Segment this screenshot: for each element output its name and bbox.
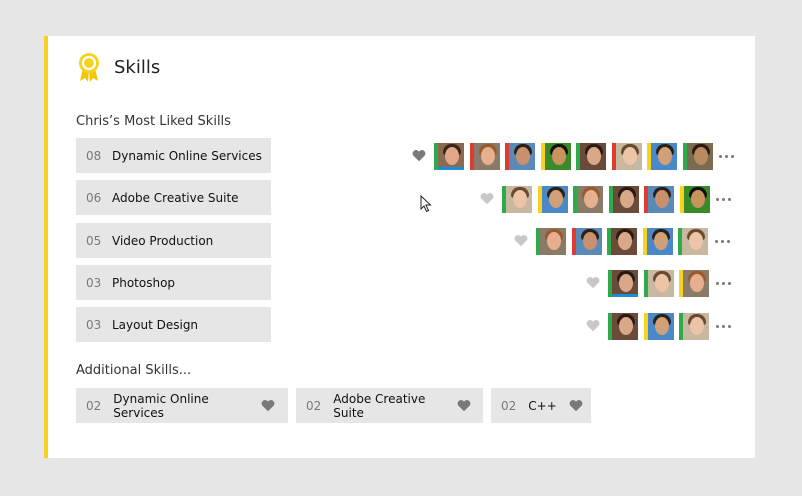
heart-icon[interactable] <box>586 276 602 290</box>
skill-name: Adobe Creative Suite <box>333 391 426 420</box>
skill-name: Dynamic Online Services <box>112 148 262 163</box>
skill-row-adobe-creative-suite[interactable]: 06 Adobe Creative Suite <box>76 180 271 215</box>
endorser-avatar[interactable] <box>608 185 639 213</box>
skill-name: Dynamic Online Services <box>113 391 209 420</box>
more-icon[interactable] <box>714 239 730 243</box>
endorser-avatar[interactable] <box>678 227 708 255</box>
heart-icon[interactable] <box>586 319 602 333</box>
heart-icon[interactable] <box>412 149 428 163</box>
award-ribbon-icon <box>79 53 99 82</box>
skill-row-dynamic-online-services[interactable]: 08 Dynamic Online Services <box>76 138 271 173</box>
endorser-avatar[interactable] <box>505 142 535 170</box>
endorser-avatar[interactable] <box>469 142 500 170</box>
endorser-avatar[interactable] <box>608 312 638 340</box>
endorser-avatar[interactable] <box>540 142 571 170</box>
endorser-avatar[interactable] <box>608 269 638 297</box>
endorser-avatar[interactable] <box>434 142 464 170</box>
endorser-avatar[interactable] <box>679 269 709 297</box>
skill-count: 06 <box>86 190 102 205</box>
skill-name: Adobe Creative Suite <box>112 190 239 205</box>
endorser-avatar[interactable] <box>611 142 642 170</box>
skill-name: C++ <box>528 398 557 413</box>
skill-count: 03 <box>86 317 102 332</box>
skills-card: Skills Chris’s Most Liked Skills 08 Dyna… <box>44 36 755 458</box>
endorser-avatar[interactable] <box>679 185 710 213</box>
endorsements-row-0 <box>412 141 734 171</box>
more-icon[interactable] <box>715 324 731 328</box>
endorser-avatar[interactable] <box>571 227 602 255</box>
endorser-avatar[interactable] <box>644 185 674 213</box>
endorser-avatar[interactable] <box>682 142 713 170</box>
skill-count: 08 <box>86 148 102 163</box>
additional-skill-cpp[interactable]: 02 C++ <box>491 388 591 423</box>
page-title: Skills <box>114 56 161 78</box>
endorsements-row-3 <box>586 268 731 298</box>
skill-name: Video Production <box>112 233 214 248</box>
heart-icon[interactable] <box>457 399 471 413</box>
skill-name: Photoshop <box>112 275 176 290</box>
skill-count: 02 <box>306 398 322 413</box>
endorser-avatar[interactable] <box>643 312 674 340</box>
heart-icon[interactable] <box>480 192 496 206</box>
endorser-avatar[interactable] <box>647 142 677 170</box>
endorsements-row-1 <box>480 184 731 214</box>
skill-count: 05 <box>86 233 102 248</box>
skill-name: Layout Design <box>112 317 199 332</box>
more-icon[interactable] <box>719 154 734 158</box>
endorsements-row-4 <box>586 311 731 341</box>
skill-count: 03 <box>86 275 102 290</box>
heart-icon[interactable] <box>261 399 276 413</box>
endorser-avatar[interactable] <box>502 185 532 213</box>
endorser-avatar[interactable] <box>642 227 673 255</box>
heart-icon[interactable] <box>569 399 583 413</box>
skill-row-video-production[interactable]: 05 Video Production <box>76 223 271 258</box>
additional-skill-adobe-creative-suite[interactable]: 02 Adobe Creative Suite <box>296 388 483 423</box>
skills-header: Skills <box>76 52 160 82</box>
mouse-cursor-icon <box>420 195 432 213</box>
endorsements-row-2 <box>514 226 730 256</box>
endorser-avatar[interactable] <box>576 142 606 170</box>
endorser-avatar[interactable] <box>536 227 566 255</box>
endorser-avatar[interactable] <box>679 312 709 340</box>
additional-skill-dynamic-online-services[interactable]: 02 Dynamic Online Services <box>76 388 288 423</box>
endorser-avatar[interactable] <box>607 227 637 255</box>
endorser-avatar[interactable] <box>643 269 674 297</box>
more-icon[interactable] <box>716 197 731 201</box>
most-liked-heading: Chris’s Most Liked Skills <box>76 114 231 129</box>
more-icon[interactable] <box>715 281 731 285</box>
skill-count: 02 <box>86 398 102 413</box>
skill-row-layout-design[interactable]: 03 Layout Design <box>76 307 271 342</box>
heart-icon[interactable] <box>514 234 530 248</box>
endorser-avatar[interactable] <box>573 185 603 213</box>
endorser-avatar[interactable] <box>537 185 568 213</box>
additional-skills-heading: Additional Skills... <box>76 363 192 378</box>
skill-count: 02 <box>501 398 517 413</box>
skill-row-photoshop[interactable]: 03 Photoshop <box>76 265 271 300</box>
